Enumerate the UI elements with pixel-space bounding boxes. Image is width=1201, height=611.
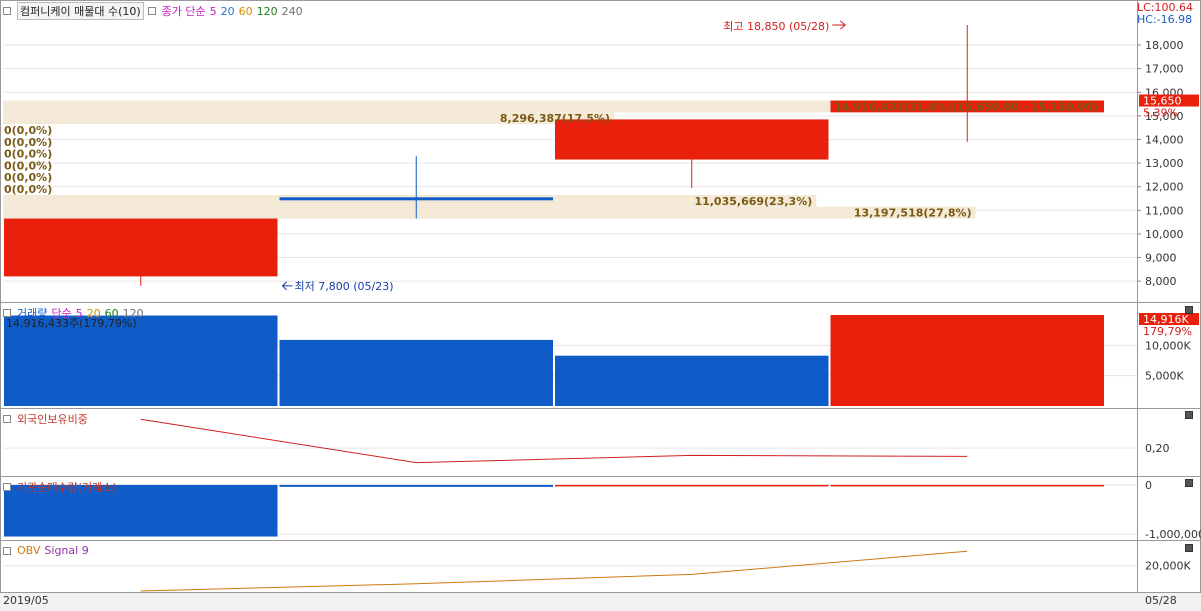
high-price-label: 최고 18,850 (05/28) bbox=[723, 20, 829, 33]
volume-ma-label: 단순 bbox=[51, 307, 72, 320]
ma-period-120: 120 bbox=[256, 4, 278, 18]
obv-panel-close-icon[interactable] bbox=[1185, 544, 1193, 552]
obv-signal-title: Signal 9 bbox=[44, 544, 89, 557]
date-axis-bar bbox=[0, 593, 1201, 611]
volume-tick-label: 10,000K bbox=[1145, 339, 1191, 352]
institution-title: 기관순매수량(거래소) bbox=[17, 481, 117, 494]
obv-title: OBV bbox=[17, 544, 41, 557]
institution-tick-label: 0 bbox=[1145, 479, 1152, 492]
foreign-line bbox=[140, 418, 968, 464]
panel-settings-icon[interactable] bbox=[3, 415, 11, 423]
institution-legend[interactable]: 기관순매수량(거래소) bbox=[3, 479, 117, 495]
obv-line bbox=[140, 550, 968, 592]
volume-profile-label: 0(0,0%) bbox=[4, 183, 52, 196]
price-tick-label: 14,000 bbox=[1145, 133, 1184, 146]
obv-legend[interactable]: OBV Signal 9 bbox=[3, 544, 89, 557]
volume-bar bbox=[279, 339, 553, 406]
candle-body bbox=[279, 197, 553, 201]
low-price-label: 최저 7,800 (05/23) bbox=[295, 280, 394, 293]
ma-settings-icon[interactable] bbox=[147, 7, 156, 15]
obv-tick-label: 20,000K bbox=[1145, 560, 1191, 573]
volume-profile-bar bbox=[3, 206, 976, 219]
panel-settings-icon[interactable] bbox=[3, 483, 11, 491]
foreign-tick-label: 0,20 bbox=[1145, 442, 1170, 455]
candle-body bbox=[4, 218, 278, 277]
price-indicator-title[interactable]: 컴퍼니케이 매물대 수(10) bbox=[17, 2, 144, 20]
volume-tick-label: 5,000K bbox=[1145, 370, 1184, 383]
hc-value: HC:-16.98 bbox=[1136, 13, 1193, 26]
chart-canvas[interactable]: 8,000 9,000 10,000 11,000 12,000 13,000 14,000… bbox=[0, 0, 1201, 611]
price-tick-label: 18,000 bbox=[1145, 39, 1184, 52]
volume-bar bbox=[830, 315, 1104, 406]
volume-profile-label: 14,916,433(31,4%)(15,650.00 - 15,150.00) bbox=[834, 100, 1098, 113]
ma-period-60: 60 bbox=[238, 4, 253, 18]
foreign-legend[interactable]: 외국인보유비중 bbox=[3, 411, 88, 427]
volume-ma-5: 5 bbox=[75, 306, 83, 320]
foreign-title: 외국인보유비중 bbox=[17, 413, 88, 426]
ma-period-5: 5 bbox=[209, 4, 217, 18]
price-tick-label: 11,000 bbox=[1145, 204, 1184, 217]
volume-profile-label: 8,296,387(17,5%) bbox=[500, 112, 610, 125]
stock-chart[interactable]: 8,000 9,000 10,000 11,000 12,000 13,000 14,000… bbox=[0, 0, 1201, 611]
institution-panel-close-icon[interactable] bbox=[1185, 479, 1193, 487]
current-pct-label: 5,39% bbox=[1143, 107, 1178, 120]
price-tick-label: 9,000 bbox=[1145, 252, 1177, 265]
price-legend[interactable]: 컴퍼니케이 매물대 수(10) 종가 단순 5 20 60 120 240 bbox=[3, 2, 303, 20]
candle-body bbox=[555, 119, 829, 160]
ma-period-240: 240 bbox=[281, 4, 303, 18]
date-axis-start: 2019/05 bbox=[3, 594, 49, 607]
ma-period-20: 20 bbox=[220, 4, 235, 18]
price-tick-label: 10,000 bbox=[1145, 228, 1184, 241]
price-tick-label: 17,000 bbox=[1145, 63, 1184, 76]
price-tick-label: 12,000 bbox=[1145, 181, 1184, 194]
institution-bar bbox=[279, 484, 553, 487]
volume-profile-label: 11,035,669(23,3%) bbox=[694, 195, 812, 208]
price-tick-label: 13,000 bbox=[1145, 157, 1184, 170]
volume-ma-20: 20 bbox=[86, 306, 101, 320]
volume-legend[interactable]: 거래량 단순 5 20 60 120 bbox=[3, 305, 144, 321]
volume-ma-120: 120 bbox=[122, 306, 144, 320]
volume-current-pct: 179,79% bbox=[1143, 325, 1192, 338]
panel-settings-icon[interactable] bbox=[3, 309, 11, 317]
volume-panel-close-icon[interactable] bbox=[1185, 306, 1193, 314]
volume-bar bbox=[555, 355, 829, 406]
ma-label: 종가 단순 bbox=[161, 5, 206, 18]
date-axis-end: 05/28 bbox=[1145, 594, 1177, 607]
institution-bar bbox=[830, 484, 1104, 487]
panel-settings-icon[interactable] bbox=[3, 546, 11, 555]
high-arrow-icon bbox=[832, 20, 847, 30]
volume-ma-60: 60 bbox=[104, 306, 119, 320]
institution-tick-label: -1,000,000 bbox=[1145, 528, 1201, 541]
foreign-panel-close-icon[interactable] bbox=[1185, 411, 1193, 419]
price-tick-label: 8,000 bbox=[1145, 275, 1177, 288]
panel-settings-icon[interactable] bbox=[3, 7, 11, 15]
institution-bar bbox=[555, 484, 829, 487]
volume-title: 거래량 bbox=[17, 307, 48, 320]
low-arrow-icon bbox=[281, 281, 293, 291]
volume-profile-label: 13,197,518(27,8%) bbox=[854, 207, 972, 220]
lc-hc-readout: LC:100.64 HC:-16.98 bbox=[1137, 2, 1193, 26]
